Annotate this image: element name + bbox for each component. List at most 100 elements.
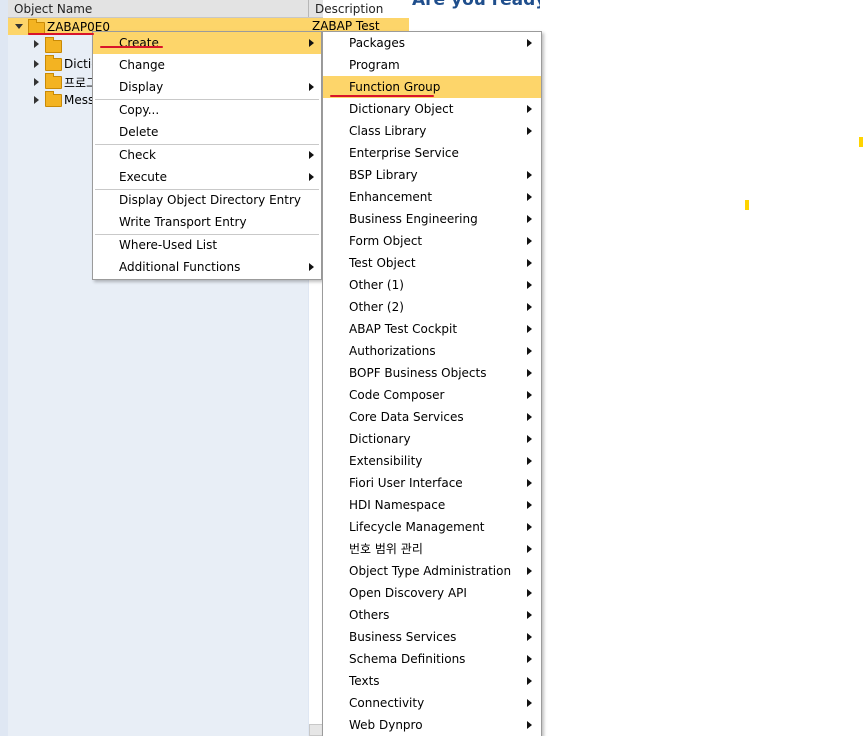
submenu-item-test-object[interactable]: Test Object (323, 252, 541, 274)
submenu-item-dictionary[interactable]: Dictionary (323, 428, 541, 450)
menu-item-label: Change (119, 58, 165, 72)
menu-item-where-used-list[interactable]: Where-Used List (93, 234, 321, 256)
submenu-item-bsp-library[interactable]: BSP Library (323, 164, 541, 186)
menu-item-write-transport-entry[interactable]: Write Transport Entry (93, 211, 321, 233)
submenu-arrow-icon (527, 589, 532, 597)
submenu-item-label: Lifecycle Management (349, 520, 485, 534)
submenu-item-item-23[interactable]: 번호 범위 관리 (323, 538, 541, 560)
submenu-arrow-icon (309, 263, 314, 271)
menu-item-display-object-directory-entry[interactable]: Display Object Directory Entry (93, 189, 321, 211)
submenu-arrow-icon (527, 413, 532, 421)
submenu-item-core-data-services[interactable]: Core Data Services (323, 406, 541, 428)
menu-item-delete[interactable]: Delete (93, 121, 321, 143)
submenu-item-label: Code Composer (349, 388, 445, 402)
submenu-arrow-icon (527, 281, 532, 289)
tree-column-header: Object Name Description (8, 0, 383, 18)
submenu-item-business-engineering[interactable]: Business Engineering (323, 208, 541, 230)
menu-item-change[interactable]: Change (93, 54, 321, 76)
submenu-arrow-icon (527, 369, 532, 377)
collapse-arrow-icon[interactable] (34, 78, 39, 86)
submenu-item-label: Authorizations (349, 344, 436, 358)
submenu-item-program[interactable]: Program (323, 54, 541, 76)
submenu-item-hdi-namespace[interactable]: HDI Namespace (323, 494, 541, 516)
menu-item-label: Create (119, 36, 159, 50)
menu-item-check[interactable]: Check (93, 144, 321, 166)
submenu-arrow-icon (527, 545, 532, 553)
submenu-item-lifecycle-management[interactable]: Lifecycle Management (323, 516, 541, 538)
submenu-item-label: Connectivity (349, 696, 425, 710)
submenu-arrow-icon (309, 39, 314, 47)
submenu-item-object-type-administration[interactable]: Object Type Administration (323, 560, 541, 582)
menu-item-execute[interactable]: Execute (93, 166, 321, 188)
collapse-arrow-icon[interactable] (34, 40, 39, 48)
expand-arrow-icon[interactable] (15, 24, 23, 29)
column-object-name[interactable]: Object Name (14, 2, 92, 16)
submenu-item-form-object[interactable]: Form Object (323, 230, 541, 252)
submenu-item-label: Texts (349, 674, 380, 688)
submenu-item-label: BOPF Business Objects (349, 366, 487, 380)
submenu-item-other-2[interactable]: Other (2) (323, 296, 541, 318)
submenu-item-enhancement[interactable]: Enhancement (323, 186, 541, 208)
menu-item-create[interactable]: Create (93, 32, 321, 54)
annotation-underline-function-group (330, 95, 434, 97)
welcome-banner: Are you ready (400, 0, 540, 12)
submenu-item-texts[interactable]: Texts (323, 670, 541, 692)
submenu-item-other-1[interactable]: Other (1) (323, 274, 541, 296)
folder-icon (45, 91, 62, 107)
submenu-arrow-icon (527, 347, 532, 355)
submenu-arrow-icon (527, 567, 532, 575)
submenu-item-open-discovery-api[interactable]: Open Discovery API (323, 582, 541, 604)
folder-icon (45, 37, 62, 53)
submenu-item-label: Test Object (349, 256, 416, 270)
submenu-arrow-icon (527, 193, 532, 201)
submenu-arrow-icon (309, 151, 314, 159)
submenu-item-label: Schema Definitions (349, 652, 466, 666)
column-divider[interactable] (308, 0, 309, 17)
submenu-item-packages[interactable]: Packages (323, 32, 541, 54)
submenu-arrow-icon (527, 677, 532, 685)
submenu-item-label: Other (1) (349, 278, 404, 292)
submenu-item-abap-test-cockpit[interactable]: ABAP Test Cockpit (323, 318, 541, 340)
submenu-item-business-services[interactable]: Business Services (323, 626, 541, 648)
submenu-item-web-dynpro[interactable]: Web Dynpro (323, 714, 541, 736)
submenu-item-code-composer[interactable]: Code Composer (323, 384, 541, 406)
submenu-item-label: Object Type Administration (349, 564, 512, 578)
menu-item-copy[interactable]: Copy... (93, 99, 321, 121)
submenu-item-enterprise-service[interactable]: Enterprise Service (323, 142, 541, 164)
collapse-arrow-icon[interactable] (34, 60, 39, 68)
submenu-item-label: HDI Namespace (349, 498, 446, 512)
submenu-arrow-icon (527, 479, 532, 487)
submenu-item-label: ABAP Test Cockpit (349, 322, 458, 336)
submenu-item-label: 번호 범위 관리 (349, 542, 423, 556)
collapse-arrow-icon[interactable] (34, 96, 39, 104)
submenu-arrow-icon (527, 215, 532, 223)
submenu-arrow-icon (527, 435, 532, 443)
submenu-arrow-icon (527, 325, 532, 333)
submenu-arrow-icon (527, 391, 532, 399)
submenu-item-dictionary-object[interactable]: Dictionary Object (323, 98, 541, 120)
menu-item-additional-functions[interactable]: Additional Functions (93, 256, 321, 278)
submenu-arrow-icon (527, 171, 532, 179)
submenu-item-label: Core Data Services (349, 410, 464, 424)
submenu-item-schema-definitions[interactable]: Schema Definitions (323, 648, 541, 670)
submenu-item-bopf-business-objects[interactable]: BOPF Business Objects (323, 362, 541, 384)
submenu-item-connectivity[interactable]: Connectivity (323, 692, 541, 714)
submenu-item-others[interactable]: Others (323, 604, 541, 626)
annotation-underline-create (100, 46, 163, 48)
submenu-item-label: Class Library (349, 124, 427, 138)
submenu-arrow-icon (527, 655, 532, 663)
submenu-item-authorizations[interactable]: Authorizations (323, 340, 541, 362)
submenu-arrow-icon (309, 173, 314, 181)
column-description[interactable]: Description (315, 2, 383, 16)
yellow-marker (859, 137, 863, 147)
menu-item-label: Display Object Directory Entry (119, 193, 301, 207)
submenu-item-extensibility[interactable]: Extensibility (323, 450, 541, 472)
folder-icon (45, 73, 62, 89)
menu-item-display[interactable]: Display (93, 76, 321, 98)
submenu-item-fiori-user-interface[interactable]: Fiori User Interface (323, 472, 541, 494)
vertical-scrollbar[interactable] (309, 724, 323, 736)
submenu-item-label: Fiori User Interface (349, 476, 463, 490)
submenu-item-class-library[interactable]: Class Library (323, 120, 541, 142)
submenu-arrow-icon (527, 39, 532, 47)
submenu-arrow-icon (309, 83, 314, 91)
